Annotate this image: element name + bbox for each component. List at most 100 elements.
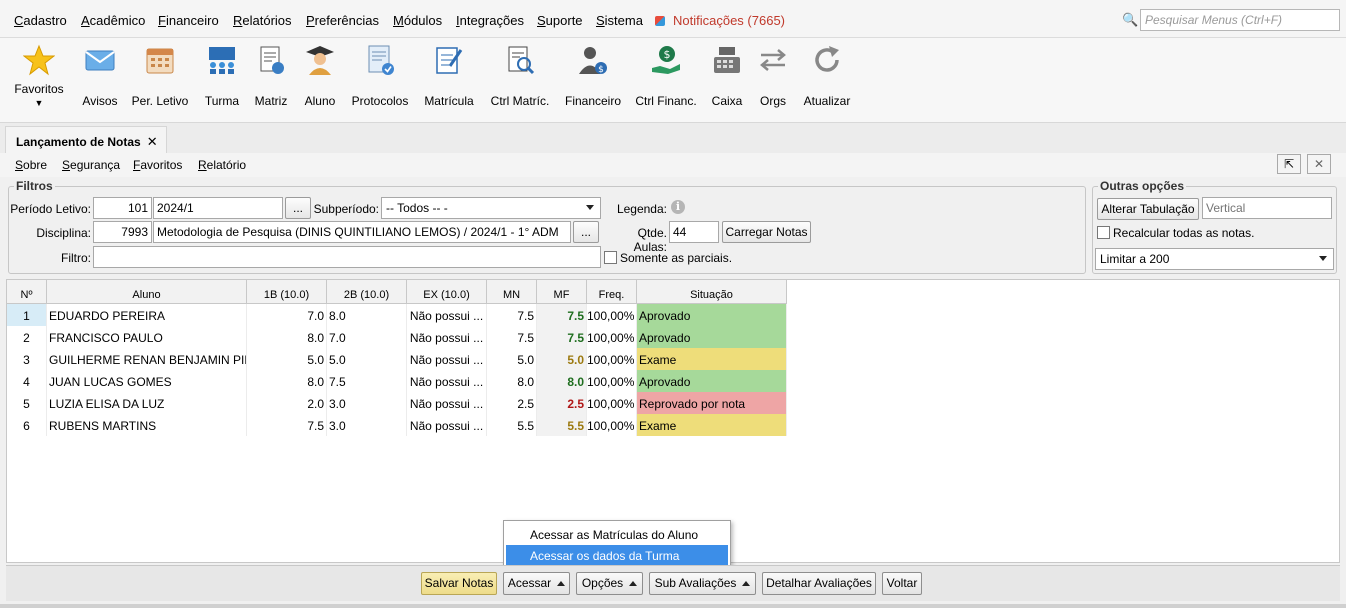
cell-col-ex[interactable]: Não possui ... [407,414,487,436]
search-menus-input[interactable] [1140,9,1340,31]
cell-col-situacao[interactable]: Aprovado [637,326,787,348]
cell-col-ex[interactable]: Não possui ... [407,370,487,392]
cell-col-1b[interactable]: 7.0 [247,304,327,326]
tab-lancamento-de-notas[interactable]: Lançamento de Notas ✕ [5,126,167,153]
cell-col-1b[interactable]: 7.5 [247,414,327,436]
cell-col-1b[interactable]: 8.0 [247,370,327,392]
matriz-button[interactable]: Matriz [252,44,290,108]
menu-relatorios[interactable]: Relatórios [233,13,292,28]
turma-button[interactable]: Turma [203,44,241,108]
cell-col-situacao[interactable]: Reprovado por nota [637,392,787,414]
cell-col-aluno[interactable]: FRANCISCO PAULO [47,326,247,348]
cell-col-mf[interactable]: 7.5 [537,326,587,348]
cell-col-aluno[interactable]: JUAN LUCAS GOMES [47,370,247,392]
periodo-lookup-button[interactable]: ... [285,197,311,219]
somente-parciais-checkbox[interactable] [604,251,617,264]
cell-col-mf[interactable]: 8.0 [537,370,587,392]
header-col-situacao[interactable]: Situação [637,280,787,304]
financeiro-button[interactable]: $ Financeiro [563,44,623,108]
disciplina-lookup-button[interactable]: ... [573,221,599,243]
cell-col-ex[interactable]: Não possui ... [407,392,487,414]
cell-col-2b[interactable]: 8.0 [327,304,407,326]
avisos-button[interactable]: Avisos [81,44,119,108]
menu-academico[interactable]: Acadêmico [81,13,145,28]
cell-col-1b[interactable]: 2.0 [247,392,327,414]
cell-col-numero[interactable]: 4 [7,370,47,392]
limitar-select[interactable]: Limitar a 200 [1095,248,1334,270]
cell-col-situacao[interactable]: Aprovado [637,370,787,392]
cell-col-numero[interactable]: 2 [7,326,47,348]
header-col-freq[interactable]: Freq. [587,280,637,304]
atualizar-button[interactable]: Atualizar [802,44,852,108]
disciplina-code-field[interactable]: 7993 [93,221,152,243]
cell-col-2b[interactable]: 7.5 [327,370,407,392]
cell-col-mf[interactable]: 2.5 [537,392,587,414]
header-col-mf[interactable]: MF [537,280,587,304]
orgs-button[interactable]: Orgs [756,44,790,108]
cell-col-mn[interactable]: 5.5 [487,414,537,436]
submenu-relatorio[interactable]: Relatório [198,158,246,172]
subperiodo-select[interactable]: -- Todos -- - [381,197,601,219]
header-col-mn[interactable]: MN [487,280,537,304]
alterar-tabulacao-button[interactable]: Alterar Tabulação [1097,198,1199,220]
cell-col-1b[interactable]: 5.0 [247,348,327,370]
vertical-input[interactable] [1202,197,1332,219]
cell-col-mn[interactable]: 8.0 [487,370,537,392]
disciplina-value-field[interactable]: Metodologia de Pesquisa (DINIS QUINTILIA… [153,221,571,243]
ctrl-financ-button[interactable]: $ Ctrl Financ. [635,44,697,108]
cell-col-freq[interactable]: 100,00% [587,348,637,370]
menu-modulos[interactable]: Módulos [393,13,442,28]
cell-col-mn[interactable]: 2.5 [487,392,537,414]
cell-col-aluno[interactable]: RUBENS MARTINS [47,414,247,436]
cell-col-ex[interactable]: Não possui ... [407,304,487,326]
detalhar-avaliacoes-button[interactable]: Detalhar Avaliações [762,572,876,595]
salvar-notas-button[interactable]: Salvar Notas [421,572,497,595]
header-col-numero[interactable]: Nº [7,280,47,304]
caixa-button[interactable]: Caixa [709,44,745,108]
cell-col-mf[interactable]: 7.5 [537,304,587,326]
qtde-aulas-field[interactable]: 44 [669,221,719,243]
cell-col-numero[interactable]: 5 [7,392,47,414]
menu-cadastro[interactable]: Cadastro [14,13,67,28]
close-window-icon[interactable]: ✕ [1307,154,1331,174]
info-icon[interactable]: i [671,200,685,214]
cell-col-numero[interactable]: 3 [7,348,47,370]
menu-sistema[interactable]: Sistema [596,13,643,28]
periodo-code-field[interactable]: 101 [93,197,152,219]
acessar-button[interactable]: Acessar [503,572,570,595]
cell-col-aluno[interactable]: EDUARDO PEREIRA [47,304,247,326]
submenu-favoritos[interactable]: Favoritos [133,158,182,172]
sub-avaliacoes-button[interactable]: Sub Avaliações [649,572,756,595]
header-col-2b[interactable]: 2B (10.0) [327,280,407,304]
cell-col-freq[interactable]: 100,00% [587,392,637,414]
menu-item-acessar-matriculas[interactable]: Acessar as Matrículas do Aluno [506,524,728,545]
submenu-sobre[interactable]: Sobre [15,158,47,172]
opcoes-button[interactable]: Opções [576,572,643,595]
cell-col-situacao[interactable]: Aprovado [637,304,787,326]
cell-col-mf[interactable]: 5.0 [537,348,587,370]
cell-col-numero[interactable]: 1 [7,304,47,326]
cell-col-2b[interactable]: 5.0 [327,348,407,370]
cell-col-1b[interactable]: 8.0 [247,326,327,348]
header-col-ex[interactable]: EX (10.0) [407,280,487,304]
cell-col-mf[interactable]: 5.5 [537,414,587,436]
close-icon[interactable]: ✕ [147,134,158,149]
carregar-notas-button[interactable]: Carregar Notas [722,221,811,243]
cell-col-freq[interactable]: 100,00% [587,304,637,326]
detach-window-icon[interactable]: ⇱ [1277,154,1301,174]
per-letivo-button[interactable]: Per. Letivo [131,44,189,108]
cell-col-mn[interactable]: 5.0 [487,348,537,370]
cell-col-aluno[interactable]: GUILHERME RENAN BENJAMIN PIR... [47,348,247,370]
cell-col-2b[interactable]: 3.0 [327,414,407,436]
aluno-button[interactable]: Aluno [301,44,339,108]
cell-col-mn[interactable]: 7.5 [487,304,537,326]
cell-col-aluno[interactable]: LUZIA ELISA DA LUZ [47,392,247,414]
cell-col-mn[interactable]: 7.5 [487,326,537,348]
cell-col-situacao[interactable]: Exame [637,414,787,436]
cell-col-ex[interactable]: Não possui ... [407,348,487,370]
cell-col-2b[interactable]: 7.0 [327,326,407,348]
cell-col-freq[interactable]: 100,00% [587,370,637,392]
menu-suporte[interactable]: Suporte [537,13,583,28]
recalcular-checkbox[interactable] [1097,226,1110,239]
cell-col-situacao[interactable]: Exame [637,348,787,370]
